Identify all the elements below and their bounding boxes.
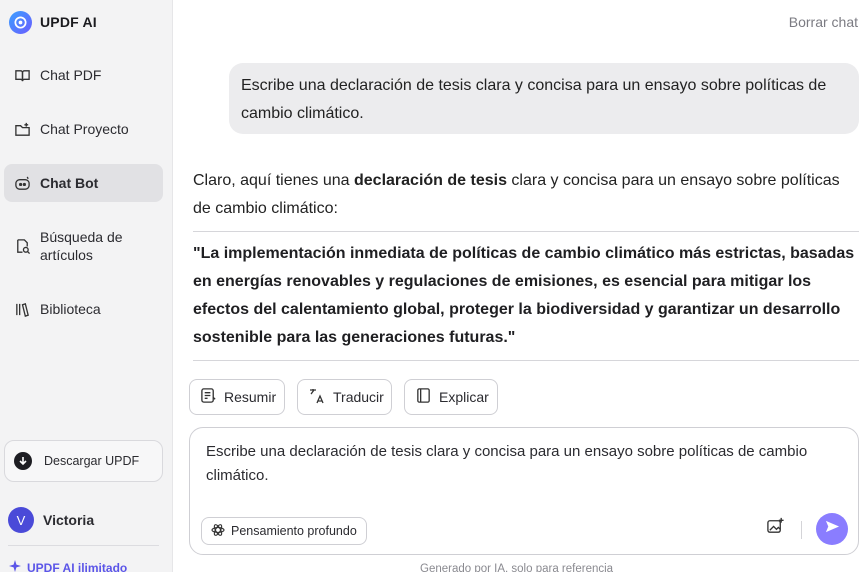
brand[interactable]: UPDF AI (9, 10, 97, 34)
image-upload-button[interactable] (764, 517, 786, 539)
download-label: Descargar UPDF (44, 454, 140, 468)
deep-thinking-label: Pensamiento profundo (231, 524, 357, 538)
library-icon (13, 300, 31, 318)
sidebar: UPDF AI Chat PDF Chat Proyecto Chat Bot … (0, 0, 173, 572)
translate-button[interactable]: Traducir (297, 379, 392, 415)
message-composer[interactable]: Escribe una declaración de tesis clara y… (189, 427, 859, 555)
sidebar-item-chat-pdf[interactable]: Chat PDF (4, 56, 163, 94)
sidebar-item-label: Chat PDF (40, 67, 102, 83)
sidebar-item-chat-proyecto[interactable]: Chat Proyecto (4, 110, 163, 148)
download-updf-button[interactable]: Descargar UPDF (4, 440, 163, 482)
deep-thinking-toggle[interactable]: Pensamiento profundo (201, 517, 367, 545)
message-input[interactable]: Escribe una declaración de tesis clara y… (206, 440, 816, 488)
robot-icon (13, 174, 31, 192)
send-button[interactable] (816, 513, 848, 545)
user-name: Victoria (43, 512, 95, 528)
atom-icon (211, 523, 225, 540)
image-plus-icon (766, 516, 785, 540)
doc-search-icon (13, 237, 31, 255)
download-icon (14, 452, 32, 470)
sidebar-item-biblioteca[interactable]: Biblioteca (4, 290, 163, 328)
sidebar-divider (8, 545, 159, 546)
explain-button[interactable]: Explicar (404, 379, 498, 415)
summarize-button[interactable]: Resumir (189, 379, 285, 415)
summarize-label: Resumir (224, 389, 277, 405)
upgrade-link[interactable]: UPDF AI ilimitado (9, 560, 127, 572)
sidebar-item-chat-bot[interactable]: Chat Bot (4, 164, 163, 202)
sidebar-item-label: Búsqueda de artículos (40, 229, 123, 263)
sidebar-item-label: Chat Proyecto (40, 121, 129, 137)
translate-icon (308, 387, 326, 408)
explain-label: Explicar (439, 389, 489, 405)
thesis-statement: "La implementación inmediata de política… (193, 245, 855, 346)
book-open-icon (13, 66, 31, 84)
ai-intro-bold: declaración de tesis (354, 172, 507, 189)
upgrade-label: UPDF AI ilimitado (27, 560, 128, 572)
sidebar-item-busqueda-articulos[interactable]: Búsqueda de artículos (4, 227, 163, 265)
user-profile[interactable]: V Victoria (8, 507, 94, 533)
translate-label: Traducir (333, 389, 384, 405)
sidebar-item-label: Biblioteca (40, 301, 101, 317)
ai-intro-text: Claro, aquí tienes una (193, 172, 354, 189)
divider (193, 231, 859, 232)
divider (193, 360, 859, 361)
sparkle-icon (9, 560, 21, 572)
brand-name: UPDF AI (40, 14, 97, 30)
send-icon (825, 519, 840, 539)
ai-disclaimer: Generado por IA, solo para referencia (420, 563, 614, 572)
ai-intro: Claro, aquí tienes una declaración de te… (193, 167, 853, 223)
folder-plus-icon (13, 120, 31, 138)
updf-logo-icon (9, 10, 32, 34)
avatar: V (8, 507, 34, 533)
book-icon (415, 387, 432, 407)
summarize-icon (200, 387, 217, 407)
composer-separator (801, 521, 802, 539)
clear-chat-button[interactable]: Borrar chat (789, 14, 858, 30)
sidebar-item-label: Chat Bot (40, 175, 99, 191)
user-message: Escribe una declaración de tesis clara y… (229, 63, 859, 134)
